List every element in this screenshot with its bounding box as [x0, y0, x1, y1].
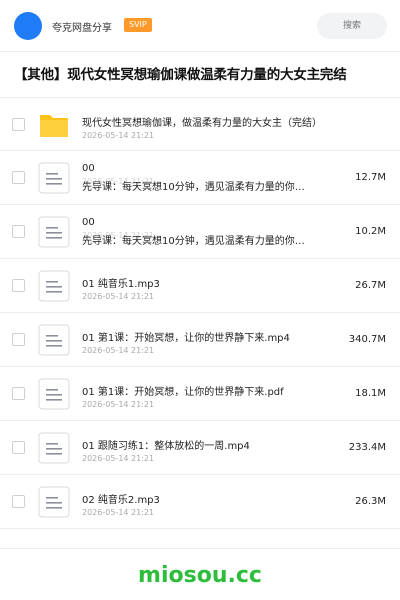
- app-name: 夸克网盘分享: [52, 23, 112, 34]
- file-date: 2026-05-14 21:21: [82, 508, 155, 517]
- checkbox-icon[interactable]: [12, 495, 25, 508]
- document-icon: [38, 270, 70, 302]
- document-icon: [38, 378, 70, 410]
- file-date: 2026-05-14 21:21: [82, 346, 155, 355]
- footer: miosou.cc: [0, 548, 400, 600]
- document-icon: [38, 486, 70, 518]
- file-row[interactable]: 01 第1课：开始冥想，让你的世界静下来.mp4 2026-05-14 21:2…: [0, 313, 400, 367]
- brand-watermark: miosou.cc: [138, 563, 262, 588]
- folder-row[interactable]: 现代女性冥想瑜伽课，做温柔有力量的大女主（完结） 2026-05-14 21:2…: [0, 97, 400, 151]
- file-name: 01 纯音乐1.mp3: [82, 279, 160, 290]
- file-size: 10.2M: [355, 226, 386, 237]
- file-name: 01 第1课：开始冥想，让你的世界静下来.pdf: [82, 387, 284, 398]
- file-size: 26.3M: [355, 496, 386, 507]
- document-icon: [38, 216, 70, 248]
- document-icon: [38, 324, 70, 356]
- file-row[interactable]: 02 纯音乐2.mp3 2026-05-14 21:21 26.3M: [0, 475, 400, 529]
- document-icon: [38, 432, 70, 464]
- checkbox-icon[interactable]: [12, 387, 25, 400]
- file-row[interactable]: 00 2026-05-14 21:21 10.2M 先导课：每天冥想10分钟，遇…: [0, 205, 400, 259]
- file-name: 01 第1课：开始冥想，让你的世界静下来.mp4: [82, 333, 290, 344]
- checkbox-icon[interactable]: [12, 441, 25, 454]
- file-name: 00: [82, 163, 95, 174]
- folder-icon: [38, 109, 70, 141]
- file-size: 18.1M: [355, 388, 386, 399]
- document-icon: [38, 162, 70, 194]
- file-date: 2026-05-14 21:21: [82, 292, 155, 301]
- file-row[interactable]: 01 纯音乐1.mp3 2026-05-14 21:21 26.7M: [0, 259, 400, 313]
- file-row[interactable]: 01 跟随习练1：整体放松的一周.mp4 2026-05-14 21:21 23…: [0, 421, 400, 475]
- svip-badge: SVIP: [124, 18, 152, 32]
- checkbox-icon[interactable]: [12, 333, 25, 346]
- file-name-continued: 先导课：每天冥想10分钟，遇见温柔有力量的你…: [82, 236, 305, 247]
- checkbox-icon[interactable]: [12, 279, 25, 292]
- file-size: 26.7M: [355, 280, 386, 291]
- file-name: 02 纯音乐2.mp3: [82, 495, 160, 506]
- file-name-continued: 先导课：每天冥想10分钟，遇见温柔有力量的你…: [82, 182, 305, 193]
- checkbox-icon[interactable]: [12, 118, 25, 131]
- file-date: 2026-05-14 21:21: [82, 454, 155, 463]
- share-title: 【其他】现代女性冥想瑜伽课做温柔有力量的大女主完结: [14, 67, 347, 83]
- file-name: 现代女性冥想瑜伽课，做温柔有力量的大女主（完结）: [82, 118, 322, 129]
- file-name: 01 跟随习练1：整体放松的一周.mp4: [82, 441, 250, 452]
- file-size: 233.4M: [348, 442, 386, 453]
- file-size: 340.7M: [348, 334, 386, 345]
- file-row[interactable]: 01 第1课：开始冥想，让你的世界静下来.pdf 2026-05-14 21:2…: [0, 367, 400, 421]
- avatar[interactable]: [14, 12, 42, 40]
- file-size: 12.7M: [355, 172, 386, 183]
- file-row[interactable]: 00 2026-05-14 21:21 12.7M 先导课：每天冥想10分钟，遇…: [0, 151, 400, 205]
- search-input[interactable]: [317, 13, 387, 39]
- file-date: 2026-05-14 21:21: [82, 400, 155, 409]
- header: 夸克网盘分享 SVIP: [0, 0, 400, 52]
- file-list: 现代女性冥想瑜伽课，做温柔有力量的大女主（完结） 2026-05-14 21:2…: [0, 97, 400, 529]
- file-date: 2026-05-14 21:21: [82, 131, 155, 140]
- checkbox-icon[interactable]: [12, 171, 25, 184]
- file-name: 00: [82, 217, 95, 228]
- checkbox-icon[interactable]: [12, 225, 25, 238]
